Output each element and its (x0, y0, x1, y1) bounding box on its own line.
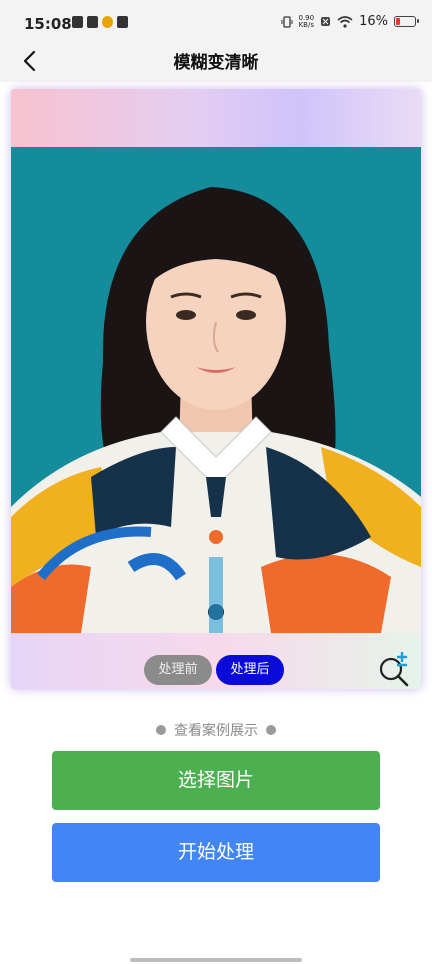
image-card: 处理前 处理后 (11, 89, 421, 689)
portrait-photo (11, 147, 421, 633)
status-time: 15:08 (24, 15, 72, 33)
select-image-button[interactable]: 选择图片 (52, 751, 380, 810)
home-indicator[interactable] (130, 958, 302, 962)
net-speed: 0.90 KB/s (298, 14, 315, 29)
portrait-illustration (11, 147, 421, 633)
start-processing-button[interactable]: 开始处理 (52, 823, 380, 882)
weibo-icon (102, 16, 113, 28)
zoom-button[interactable] (377, 651, 411, 687)
notification-icons (72, 16, 128, 28)
view-cases-link[interactable]: 查看案例展示 (0, 720, 432, 740)
tiktok-icon (117, 16, 128, 28)
vibrate-icon (281, 15, 292, 28)
card-top-gradient (11, 89, 421, 147)
dot-icon (266, 725, 276, 735)
zoom-in-icon (379, 652, 409, 687)
card-bottom-bar (11, 633, 421, 689)
battery-percent: 16% (359, 14, 388, 29)
page-title: 模糊变清晰 (173, 53, 259, 73)
toggle-before-button[interactable]: 处理前 (144, 655, 212, 685)
battery-icon (394, 16, 419, 27)
no-sim-icon (321, 17, 331, 26)
status-bar: 15:08 0.90 KB/s 16% (0, 0, 432, 40)
net-speed-unit: KB/s (298, 20, 314, 29)
status-right: 0.90 KB/s 16% (281, 14, 419, 29)
toggle-after-button[interactable]: 处理后 (216, 655, 284, 685)
sim-icon (72, 16, 83, 28)
view-cases-label: 查看案例展示 (174, 723, 258, 739)
header: 模糊变清晰 (0, 40, 432, 82)
wifi-icon (337, 15, 353, 28)
dot-icon (156, 725, 166, 735)
app-notification-icon (87, 16, 98, 28)
